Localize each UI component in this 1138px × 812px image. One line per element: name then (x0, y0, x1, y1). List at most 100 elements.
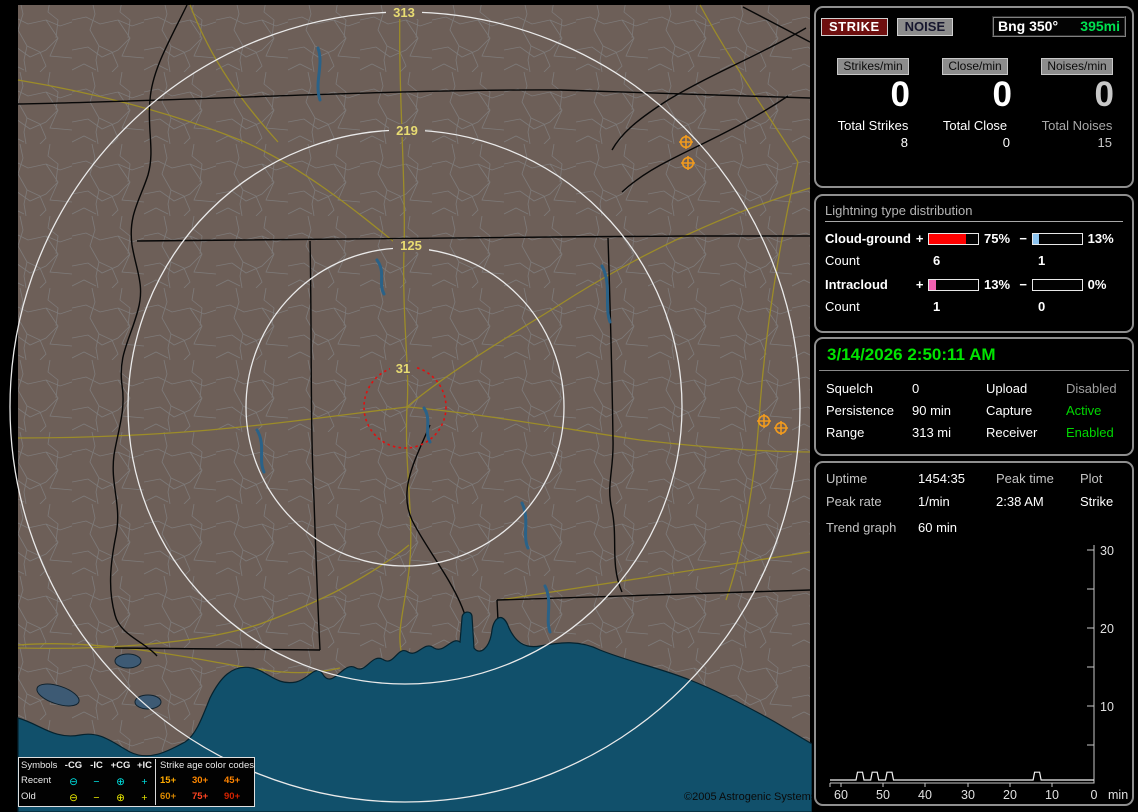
x-tick-20: 20 (1003, 788, 1017, 802)
graph-axes (830, 545, 1095, 784)
trend-panel: Uptime 1454:35 Peak time Plot Peak rate … (814, 461, 1134, 806)
x-axis-unit: min (1108, 788, 1128, 802)
x-tick-30: 30 (961, 788, 975, 802)
legend-row-recent: Recent (21, 774, 52, 786)
datetime-display: 3/14/2026 2:50:11 AM (819, 339, 1129, 371)
x-tick-40: 40 (918, 788, 932, 802)
minus-cg-recent-icon: ⊖ (69, 775, 78, 788)
upload-label: Upload (986, 381, 1028, 396)
cg-plus-pct: 75% (984, 231, 1011, 246)
peak-time-value: 2:38 AM (996, 494, 1044, 509)
plot-value: Strike (1080, 494, 1114, 509)
minus-ic-old-icon: − (93, 791, 100, 804)
y-tick-30: 30 (1100, 544, 1114, 558)
range-value: 313 mi (912, 425, 952, 440)
plot-label: Plot (1080, 471, 1103, 486)
ic-plus-pct: 13% (984, 277, 1011, 292)
x-tick-0: 0 (1091, 788, 1098, 802)
map-legend: Symbols -CG -IC +CG +IC Recent ⊖ − ⊕ + O… (18, 757, 255, 807)
legend-symbols-header: Symbols (21, 760, 58, 771)
ring-label-219: 219 (396, 123, 418, 138)
receiver-status: Enabled (1066, 425, 1114, 440)
plus-cg-recent-icon: ⊕ (116, 775, 125, 788)
ic-minus-bar (1031, 278, 1083, 291)
minus-ic-recent-icon: − (93, 775, 100, 788)
status-panel: 3/14/2026 2:50:11 AM Squelch 0 Upload Di… (814, 337, 1134, 456)
cg-minus-bar (1031, 232, 1083, 245)
strikes-per-min-value: 0 (890, 75, 910, 114)
noises-per-min-value: 0 (1094, 75, 1114, 114)
bearing-display: Bng 350° 395mi (992, 16, 1126, 37)
total-close-label: Total Close (942, 117, 1008, 133)
upload-status: Disabled (1066, 381, 1117, 396)
cg-minus-count: 1 (1038, 253, 1046, 268)
bearing-range: 395mi (1080, 18, 1120, 34)
ring-label-313: 313 (393, 5, 415, 20)
noises-per-min-label[interactable]: Noises/min (1041, 58, 1113, 75)
plus-ic-old-icon: + (141, 791, 148, 804)
peak-rate-label: Peak rate (826, 494, 882, 509)
persistence-value: 90 min (912, 403, 952, 418)
noises-counter: Noises/min 0 Total Noises 15 (1026, 58, 1128, 150)
squelch-value: 0 (912, 381, 920, 396)
age-code-60: 60+ (160, 790, 177, 802)
persistence-label: Persistence (826, 403, 894, 418)
x-tick-60: 60 (834, 788, 848, 802)
legend-age-header: Strike age color codes (160, 760, 254, 771)
total-noises-value: 15 (1097, 134, 1112, 150)
x-tick-50: 50 (876, 788, 890, 802)
uptime-label: Uptime (826, 471, 868, 486)
capture-status: Active (1066, 403, 1102, 418)
close-per-min-label[interactable]: Close/min (942, 58, 1008, 75)
squelch-label: Squelch (826, 381, 873, 396)
counters-panel: STRIKE NOISE Bng 350° 395mi Strikes/min … (814, 6, 1134, 188)
strikes-per-min-label[interactable]: Strikes/min (837, 58, 909, 75)
trend-graph: 30 20 10 60 50 40 30 20 10 0 min (829, 544, 1128, 802)
uptime-value: 1454:35 (918, 471, 965, 486)
cg-minus-pct: 13% (1087, 231, 1114, 246)
peak-time-label: Peak time (996, 471, 1054, 486)
strike-mode-button[interactable]: STRIKE (821, 17, 888, 36)
intracloud-count-row: Count 1 0 (825, 299, 1046, 314)
age-code-45: 45+ (224, 775, 241, 787)
ic-plus-bar (928, 278, 980, 291)
age-code-15: 15+ (160, 775, 177, 787)
cloud-ground-row: Cloud-ground + 75% − 13% (816, 222, 1132, 246)
total-noises-label: Total Noises (1041, 117, 1113, 133)
receiver-label: Receiver (986, 425, 1038, 440)
total-strikes-value: 8 (900, 134, 908, 150)
lake (114, 653, 142, 669)
trend-graph-window: 60 min (918, 520, 958, 535)
ic-minus-count: 0 (1038, 299, 1046, 314)
ring-label-31: 31 (396, 361, 410, 376)
cg-plus-bar (928, 232, 980, 245)
strike-rate-trace (830, 771, 1094, 781)
capture-label: Capture (986, 403, 1033, 418)
plus-cg-old-icon: ⊕ (116, 791, 125, 804)
bearing-value: Bng 350° (998, 18, 1059, 34)
noise-mode-button[interactable]: NOISE (896, 17, 954, 36)
ic-minus-pct: 0% (1087, 277, 1107, 292)
plus-ic-recent-icon: + (141, 775, 148, 788)
legend-row-old: Old (21, 790, 36, 802)
lightning-map[interactable]: 313 219 125 31 ©2005 Astrogenic Systems … (0, 0, 812, 812)
cg-plus-count: 6 (933, 253, 941, 268)
side-panel: STRIKE NOISE Bng 350° 395mi Strikes/min … (812, 0, 1138, 812)
ic-plus-count: 1 (933, 299, 941, 314)
nexstorm-app: 313 219 125 31 ©2005 Astrogenic Systems … (0, 0, 1138, 812)
range-label: Range (826, 425, 865, 440)
y-tick-20: 20 (1100, 622, 1114, 636)
ring-label-125: 125 (400, 238, 422, 253)
peak-rate-value: 1/min (918, 494, 950, 509)
age-code-30: 30+ (192, 775, 209, 787)
cloud-ground-count-row: Count 6 1 (825, 253, 1046, 268)
x-tick-10: 10 (1045, 788, 1059, 802)
y-tick-10: 10 (1100, 700, 1114, 714)
strikes-counter: Strikes/min 0 Total Strikes 8 (822, 58, 924, 150)
copyright-text: ©2005 Astrogenic Systems (684, 791, 812, 803)
age-code-90: 90+ (224, 790, 241, 802)
age-code-75: 75+ (192, 790, 209, 802)
close-per-min-value: 0 (992, 75, 1012, 114)
total-close-value: 0 (1002, 134, 1010, 150)
distribution-panel: Lightning type distribution Cloud-ground… (814, 194, 1134, 333)
